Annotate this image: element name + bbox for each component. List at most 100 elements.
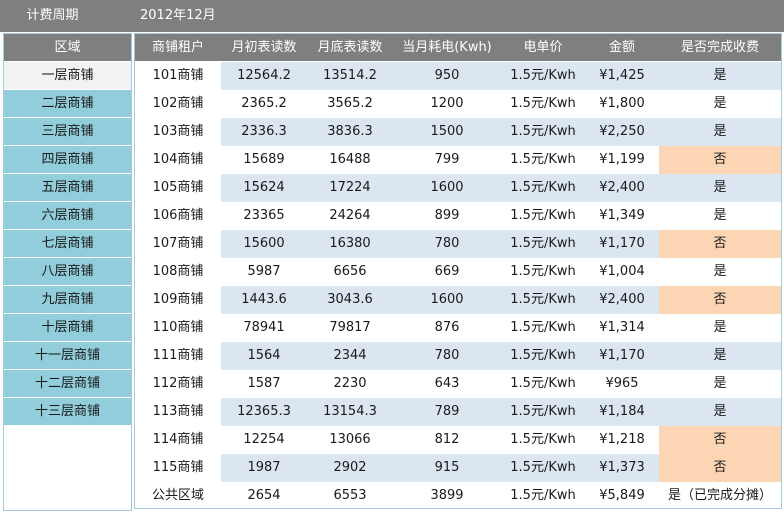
sidebar-item-floor-13[interactable]: 十三层商铺 [4,398,131,425]
cell-unit-price: 1.5元/Kwh [501,398,585,426]
cell-end-reading: 17224 [307,174,393,202]
table-row: 111商铺 1564 2344 780 1.5元/Kwh ¥1,170 是 [135,342,781,370]
cell-consumption: 1500 [393,118,501,146]
electricity-table: 商铺租户 月初表读数 月底表读数 当月耗电(Kwh) 电单价 金额 是否完成收费… [134,33,782,509]
cell-paid-status: 否 [659,286,781,314]
table-row: 102商铺 2365.2 3565.2 1200 1.5元/Kwh ¥1,800 是 [135,90,781,118]
table-row: 109商铺 1443.6 3043.6 1600 1.5元/Kwh ¥2,400 否 [135,286,781,314]
cell-unit-price: 1.5元/Kwh [501,230,585,258]
header-amount: 金额 [608,40,635,55]
cell-unit-price: 1.5元/Kwh [501,118,585,146]
header-start-reading: 月初表读数 [231,40,297,55]
cell-consumption: 876 [434,320,460,335]
cell-end-reading: 79817 [329,320,371,335]
cell-end-reading: 13514.2 [307,62,393,90]
cell-unit-price: 1.5元/Kwh [501,342,585,370]
sidebar-item-floor-12[interactable]: 十二层商铺 [4,370,131,397]
cell-unit-price: 1.5元/Kwh [501,454,585,482]
cell-start-reading: 78941 [243,320,285,335]
cell-start-reading: 15624 [221,174,307,202]
cell-amount: ¥1,170 [585,230,659,258]
sidebar-item-floor-3[interactable]: 三层商铺 [4,118,131,145]
cell-end-reading: 24264 [329,208,371,223]
cell-consumption: 950 [393,62,501,90]
cell-amount: ¥2,400 [585,174,659,202]
cell-consumption: 799 [434,152,460,167]
cell-unit-price: 1.5元/Kwh [501,286,585,314]
cell-tenant: 101商铺 [152,68,204,83]
cell-start-reading: 12365.3 [221,398,307,426]
cell-unit-price: 1.5元/Kwh [510,376,576,391]
cell-tenant: 104商铺 [152,152,204,167]
cell-paid-status: 否 [659,146,781,174]
cell-paid-status: 是 [713,208,727,223]
cell-tenant: 107商铺 [152,236,204,251]
cell-consumption: 643 [434,376,460,391]
cell-paid-status: 是 [713,96,727,111]
cell-paid-status: 是 [713,376,727,391]
cell-unit-price: 1.5元/Kwh [510,320,576,335]
cell-paid-status: 是 [659,62,781,90]
cell-start-reading: 5987 [247,264,281,279]
sidebar-item-floor-4[interactable]: 四层商铺 [4,146,131,173]
table-row: 112商铺 1587 2230 643 1.5元/Kwh ¥965 是 [135,370,781,398]
table-row: 105商铺 15624 17224 1600 1.5元/Kwh ¥2,400 是 [135,174,781,202]
cell-consumption: 899 [434,208,460,223]
cell-tenant: 108商铺 [152,264,204,279]
table-row: 108商铺 5987 6656 669 1.5元/Kwh ¥1,004 是 [135,258,781,286]
cell-start-reading: 1587 [247,376,281,391]
cell-end-reading: 2344 [307,342,393,370]
cell-consumption: 780 [393,230,501,258]
header-end-reading: 月底表读数 [317,40,383,55]
cell-amount: ¥1,425 [585,62,659,90]
cell-paid-status: 是 [659,174,781,202]
table-row: 103商铺 2336.3 3836.3 1500 1.5元/Kwh ¥2,250 是 [135,118,781,146]
sidebar-item-floor-10[interactable]: 十层商铺 [4,314,131,341]
cell-amount: ¥1,349 [599,208,645,223]
cell-start-reading: 2365.2 [241,96,287,111]
cell-tenant: 111商铺 [152,348,204,363]
cell-unit-price: 1.5元/Kwh [510,208,576,223]
cell-amount: ¥1,170 [585,342,659,370]
billing-period-bar: 计费周期 2012年12月 [0,0,784,32]
cell-amount: ¥965 [605,376,639,391]
cell-tenant: 114商铺 [152,432,204,447]
table-row: 公共区域 2654 6553 3899 1.5元/Kwh ¥5,849 是（已完成分摊） [135,482,781,510]
cell-tenant: 103商铺 [152,124,204,139]
cell-amount: ¥2,400 [585,286,659,314]
header-paid-status: 是否完成收费 [680,40,759,55]
cell-unit-price: 1.5元/Kwh [510,432,576,447]
billing-period-label: 计费周期 [26,8,79,23]
area-list: 一层商铺 二层商铺 三层商铺 四层商铺 五层商铺 六层商铺 七层商铺 八层商铺 九层商铺 十层商铺… [4,62,131,425]
sidebar-item-floor-7[interactable]: 七层商铺 [4,230,131,257]
header-tenant: 商铺租户 [151,40,204,55]
sidebar-item-floor-1[interactable]: 一层商铺 [4,62,131,89]
cell-consumption: 1600 [393,286,501,314]
sidebar-item-floor-5[interactable]: 五层商铺 [4,174,131,201]
sidebar-item-floor-9[interactable]: 九层商铺 [4,286,131,313]
header-unit-price: 电单价 [523,40,563,55]
cell-end-reading: 6553 [333,488,367,503]
cell-consumption: 812 [434,432,460,447]
cell-unit-price: 1.5元/Kwh [501,62,585,90]
cell-amount: ¥1,184 [585,398,659,426]
sidebar-item-floor-11[interactable]: 十一层商铺 [4,342,131,369]
cell-end-reading: 3043.6 [307,286,393,314]
cell-paid-status: 否 [659,230,781,258]
cell-start-reading: 1987 [221,454,307,482]
cell-amount: ¥5,849 [599,488,645,503]
cell-unit-price: 1.5元/Kwh [510,488,576,503]
sidebar-item-floor-6[interactable]: 六层商铺 [4,202,131,229]
sidebar-item-floor-8[interactable]: 八层商铺 [4,258,131,285]
billing-period-value: 2012年12月 [140,8,216,23]
cell-tenant: 110商铺 [152,320,204,335]
cell-end-reading: 3836.3 [307,118,393,146]
cell-start-reading: 15689 [243,152,285,167]
sidebar-item-floor-2[interactable]: 二层商铺 [4,90,131,117]
cell-consumption: 669 [434,264,460,279]
cell-paid-status: 是 [659,342,781,370]
cell-paid-status: 是 [659,398,781,426]
cell-end-reading: 2902 [307,454,393,482]
area-sidebar: 区域 一层商铺 二层商铺 三层商铺 四层商铺 五层商铺 六层商铺 七层商铺 八层商铺 九层商铺十… [3,33,132,511]
cell-amount: ¥1,373 [585,454,659,482]
